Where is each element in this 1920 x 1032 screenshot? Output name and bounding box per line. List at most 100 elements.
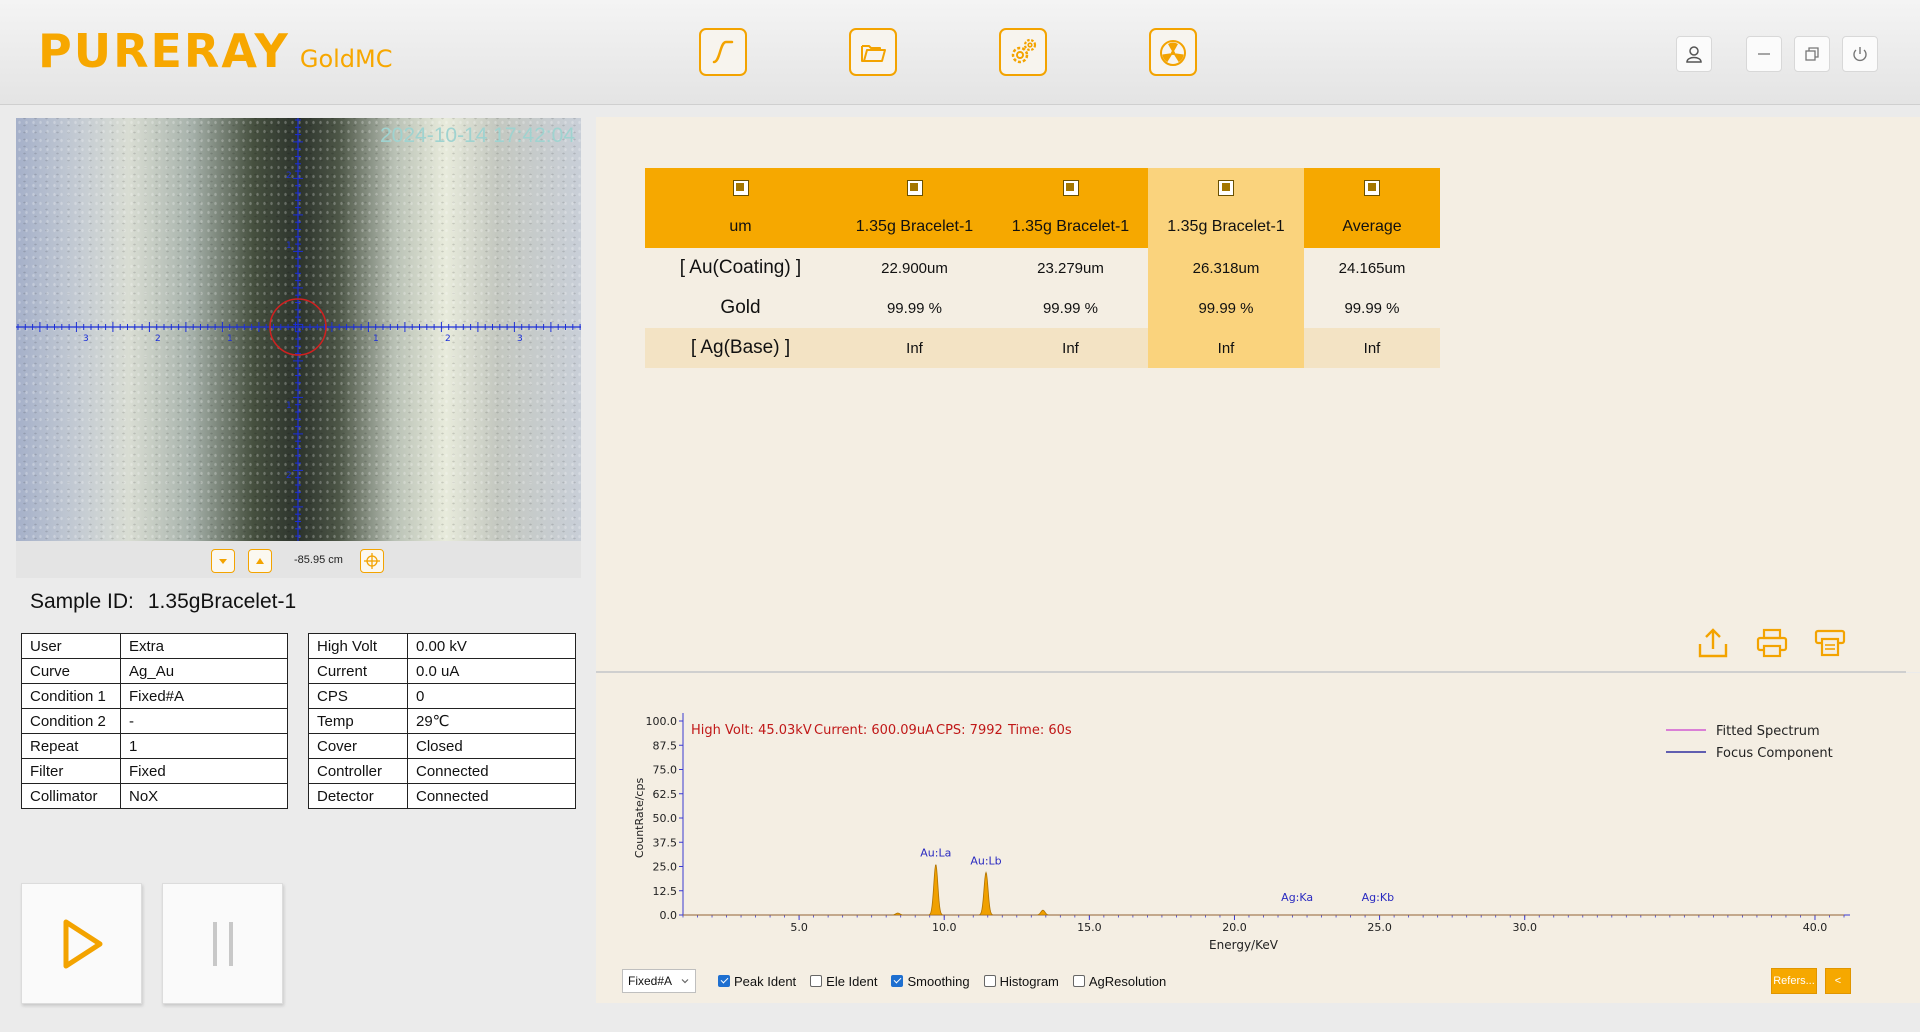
print-report-icon bbox=[1814, 629, 1846, 657]
option-peak-ident[interactable]: Peak Ident bbox=[718, 974, 796, 989]
radiation-icon bbox=[1160, 40, 1186, 66]
scale-label: 3 bbox=[517, 334, 523, 344]
camera-view[interactable]: 3 2 1 1 2 3 2 1 1 2 2024-10-14 17:42:04 bbox=[16, 118, 581, 541]
minimize-button[interactable] bbox=[1746, 36, 1782, 72]
y-axis-label: CountRate/cps bbox=[633, 778, 646, 859]
results-row-label: Gold bbox=[720, 297, 761, 318]
info-right-key: Current bbox=[308, 658, 408, 684]
peak-label: Ag:Kb bbox=[1362, 891, 1394, 904]
user-button[interactable] bbox=[1676, 36, 1712, 72]
info-left-value: Fixed#A bbox=[120, 683, 288, 709]
start-button[interactable] bbox=[21, 883, 142, 1004]
column-checkbox[interactable] bbox=[732, 179, 749, 196]
checkbox[interactable] bbox=[983, 975, 996, 987]
move-down-button[interactable] bbox=[211, 549, 235, 573]
option-agresolution[interactable]: AgResolution bbox=[1072, 973, 1167, 989]
camera-controls: -85.95 cm bbox=[16, 541, 581, 578]
x-tick-label: 25.0 bbox=[1367, 921, 1392, 934]
checkbox-label: Ele Ident bbox=[826, 973, 878, 989]
info-right-value: 29℃ bbox=[407, 708, 576, 734]
y-tick-label: 37.5 bbox=[653, 836, 678, 849]
focus-target-button[interactable] bbox=[360, 549, 384, 573]
option-histogram[interactable]: Histogram bbox=[983, 973, 1059, 989]
column-checkbox[interactable] bbox=[1218, 179, 1234, 196]
info-right-row: Temp 29℃ bbox=[308, 708, 576, 734]
open-folder-button[interactable] bbox=[849, 28, 897, 76]
settings-button[interactable] bbox=[999, 28, 1047, 76]
column-checkbox[interactable] bbox=[1364, 179, 1380, 196]
checkbox[interactable] bbox=[718, 975, 730, 987]
title-bar: PURERAY GoldMC bbox=[0, 0, 1920, 105]
option-smoothing[interactable]: Smoothing bbox=[891, 974, 970, 989]
instrument-status-table: High Volt 0.00 kV Current 0.0 uA CPS 0 Temp 29℃… bbox=[308, 633, 576, 809]
checkbox[interactable] bbox=[810, 975, 823, 987]
column-checkbox[interactable] bbox=[906, 179, 923, 196]
print-icon bbox=[1756, 628, 1788, 658]
y-tick-label: 87.5 bbox=[653, 739, 678, 752]
scale-label: 1 bbox=[227, 334, 233, 344]
peak-label: Au:La bbox=[920, 847, 951, 860]
spectrum-controls: Fixed#A Peak Ident Ele Ident Smoothing Hist… bbox=[622, 969, 1180, 993]
checkbox-label: Histogram bbox=[999, 973, 1059, 989]
results-row-label: [ Au(Coating) ] bbox=[679, 257, 802, 278]
info-right-row: CPS 0 bbox=[308, 683, 576, 709]
legend-label: Focus Component bbox=[1716, 746, 1833, 761]
results-row: Gold 99.99 % 99.99 % 99.99 % 99.99 % bbox=[645, 288, 1440, 328]
column-header: 1.35g Bracelet-1 bbox=[1148, 206, 1304, 248]
refers-button[interactable]: Refers... bbox=[1771, 968, 1817, 994]
column-select-cell bbox=[836, 168, 993, 206]
radiation-button[interactable] bbox=[1149, 28, 1197, 76]
collapse-button[interactable]: < bbox=[1825, 968, 1851, 994]
export-button[interactable] bbox=[1694, 624, 1732, 662]
restore-button[interactable] bbox=[1794, 36, 1830, 72]
results-cell: Inf bbox=[836, 328, 993, 368]
spectrum-chart[interactable]: 5.0 10.0 15.0 20.0 25.0 30.0 40.0 100.0 87.5 75.0… bbox=[596, 673, 1920, 963]
info-right-row: Controller Connected bbox=[308, 758, 576, 784]
results-row: [ Ag(Base) ] Inf Inf Inf Inf bbox=[645, 328, 1440, 368]
export-icon bbox=[1698, 628, 1728, 658]
curve-button[interactable] bbox=[699, 28, 747, 76]
checkbox[interactable] bbox=[1072, 975, 1085, 987]
results-cell: 99.99 % bbox=[1148, 288, 1304, 328]
scale-label: 1 bbox=[373, 334, 379, 344]
app-logo: PURERAY GoldMC bbox=[38, 24, 393, 78]
column-header: 1.35g Bracelet-1 bbox=[993, 206, 1148, 248]
spectrum-status-text: High Volt: 45.03kV bbox=[691, 723, 812, 738]
y-tick-label: 62.5 bbox=[653, 788, 678, 801]
results-cell: 99.99 % bbox=[1344, 299, 1400, 317]
settings-icon bbox=[1011, 38, 1037, 64]
option-ele-ident[interactable]: Ele Ident bbox=[810, 974, 877, 989]
scale-label: 2 bbox=[286, 471, 292, 481]
info-left-row: Condition 1 Fixed#A bbox=[21, 683, 288, 709]
y-tick-label: 75.0 bbox=[653, 764, 678, 777]
scale-label: 2 bbox=[286, 171, 292, 181]
scale-label: 2 bbox=[155, 334, 161, 344]
x-tick-label: 5.0 bbox=[790, 921, 808, 934]
scale-label: 3 bbox=[83, 334, 89, 344]
print-button[interactable] bbox=[1753, 624, 1791, 662]
power-button[interactable] bbox=[1842, 36, 1878, 72]
spectrum-panel: 5.0 10.0 15.0 20.0 25.0 30.0 40.0 100.0 87.5 75.0… bbox=[596, 673, 1920, 1003]
info-left-row: Repeat 1 bbox=[21, 733, 288, 759]
unit-header: um bbox=[645, 206, 836, 248]
x-axis-label: Energy/KeV bbox=[1209, 938, 1279, 952]
info-left-row: User Extra bbox=[21, 633, 288, 659]
results-cell: Inf bbox=[1148, 328, 1304, 368]
sample-id: Sample ID: 1.35gBracelet-1 bbox=[30, 590, 296, 614]
info-right-key: Cover bbox=[308, 733, 408, 759]
print-report-button[interactable] bbox=[1811, 624, 1849, 662]
y-tick-label: 100.0 bbox=[646, 715, 678, 728]
checkbox[interactable] bbox=[891, 975, 904, 987]
condition-select[interactable]: Fixed#A bbox=[622, 969, 696, 993]
chevron-down-icon bbox=[681, 979, 689, 984]
column-select-cell bbox=[645, 168, 836, 206]
pause-button[interactable] bbox=[162, 883, 283, 1004]
column-checkbox[interactable] bbox=[1062, 179, 1079, 196]
info-right-key: CPS bbox=[308, 683, 408, 709]
curve-icon bbox=[712, 40, 734, 64]
move-up-button[interactable] bbox=[248, 549, 272, 573]
triangle-up-icon bbox=[256, 558, 264, 564]
info-right-key: Temp bbox=[308, 708, 408, 734]
checkbox-label: AgResolution bbox=[1088, 973, 1167, 989]
column-select-cell bbox=[1304, 168, 1440, 206]
